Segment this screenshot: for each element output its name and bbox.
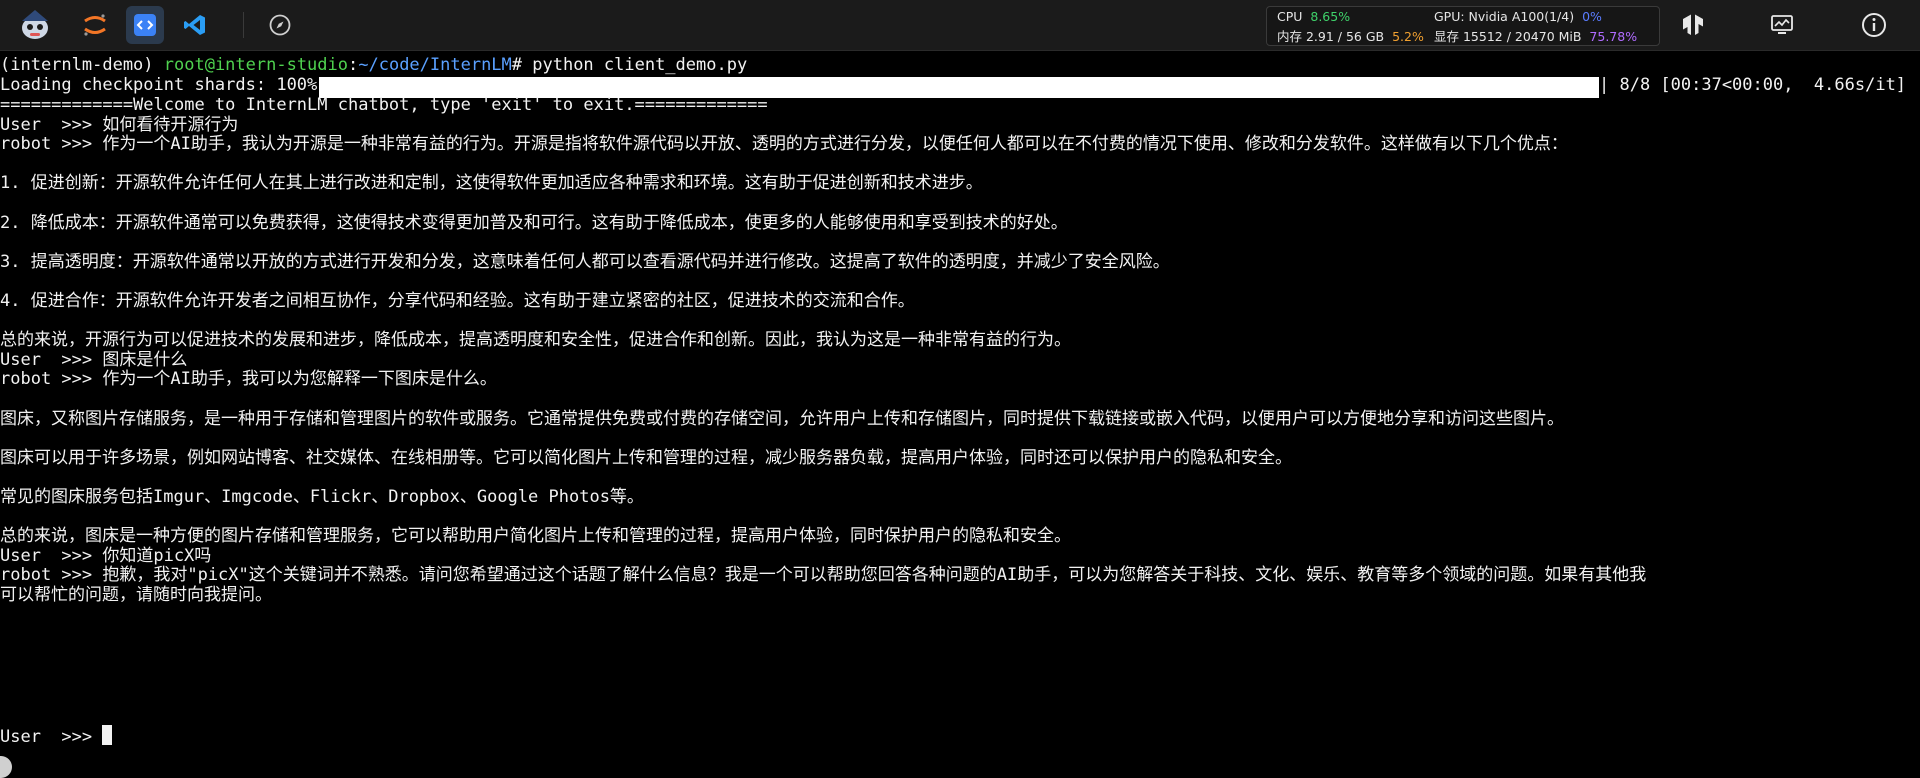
- terminal-line: 4. 促进合作：开源软件允许开发者之间相互协作，分享代码和经验。这有助于建立紧密…: [0, 291, 915, 311]
- memory-usage: 内存 2.91 / 56 GB 5.2%: [1277, 26, 1424, 45]
- info-icon[interactable]: [1856, 7, 1892, 43]
- conda-env: (internlm-demo): [0, 55, 164, 75]
- memory-label: 内存 2.91 / 56 GB: [1277, 29, 1385, 44]
- monitor-icon[interactable]: [1764, 7, 1800, 43]
- jupyter-icon[interactable]: [76, 6, 114, 44]
- cpu-value: 8.65%: [1310, 9, 1351, 24]
- prompt-command: # python client_demo.py: [511, 55, 748, 75]
- gpu-label: GPU: Nvidia A100(1/4): [1434, 9, 1575, 24]
- gpu-usage: GPU: Nvidia A100(1/4) 0%: [1434, 9, 1602, 24]
- terminal-line: 2. 降低成本：开源软件通常可以免费获得，这使得技术变得更加普及和可行。这有助于…: [0, 212, 1068, 233]
- code-icon[interactable]: [126, 6, 164, 44]
- terminal-line: 可以帮忙的问题，请随时向我提问。: [0, 585, 272, 605]
- tensorflow-icon[interactable]: [1675, 7, 1711, 43]
- prompt-user-host: root@intern-studio: [163, 55, 348, 75]
- vram-value: 75.78%: [1589, 29, 1638, 44]
- vscode-icon[interactable]: [176, 6, 214, 44]
- vram-usage: 显存 15512 / 20470 MiB 75.78%: [1434, 26, 1637, 45]
- vram-label: 显存 15512 / 20470 MiB: [1434, 29, 1582, 44]
- scroll-handle[interactable]: [0, 756, 12, 778]
- terminal-line: 常见的图床服务包括Imgur、Imgcode、Flickr、Dropbox、Go…: [0, 487, 644, 507]
- input-prompt: User >>>: [0, 727, 103, 747]
- terminal-line: robot >>> 作为一个AI助手，我认为开源是一种非常有益的行为。开源是指将…: [0, 134, 1568, 155]
- cpu-label: CPU: [1277, 9, 1303, 24]
- mascot-icon[interactable]: [16, 6, 54, 44]
- terminal-line: 3. 提高透明度：开源软件通常以开放的方式进行开发和分发，这意味着任何人都可以查…: [0, 251, 1170, 272]
- terminal-line: 1. 促进创新：开源软件允许任何人在其上进行改进和定制，这使得软件更加适应各种需…: [0, 173, 983, 194]
- gpu-value: 0%: [1582, 9, 1602, 24]
- terminal-output[interactable]: (internlm-demo) root@intern-studio:~/cod…: [0, 52, 1920, 778]
- text-cursor: [102, 725, 113, 745]
- prompt-colon: :: [348, 55, 359, 75]
- terminal-line: 图床可以用于许多场景，例如网站博客、社交媒体、在线相册等。它可以简化图片上传和管…: [0, 447, 1292, 468]
- memory-value: 5.2%: [1392, 29, 1424, 44]
- toolbar-divider: [243, 12, 244, 38]
- top-toolbar: CPU 8.65% 内存 2.91 / 56 GB 5.2% GPU: Nvid…: [0, 0, 1920, 51]
- terminal-line: robot >>> 作为一个AI助手，我可以为您解释一下图床是什么。: [0, 369, 497, 390]
- cpu-usage: CPU 8.65%: [1277, 9, 1350, 24]
- prompt-path: ~/code/InternLM: [358, 55, 512, 75]
- compass-icon[interactable]: [261, 6, 299, 44]
- resource-stats-panel: CPU 8.65% 内存 2.91 / 56 GB 5.2% GPU: Nvid…: [1266, 6, 1660, 46]
- input-prompt-line[interactable]: User >>>: [0, 725, 113, 749]
- terminal-line: 图床，又称图片存储服务，是一种用于存储和管理图片的软件或服务。它通常提供免费或付…: [0, 408, 1564, 429]
- loading-stats: | 8/8 [00:37<00:00, 4.66s/it]: [1599, 75, 1907, 95]
